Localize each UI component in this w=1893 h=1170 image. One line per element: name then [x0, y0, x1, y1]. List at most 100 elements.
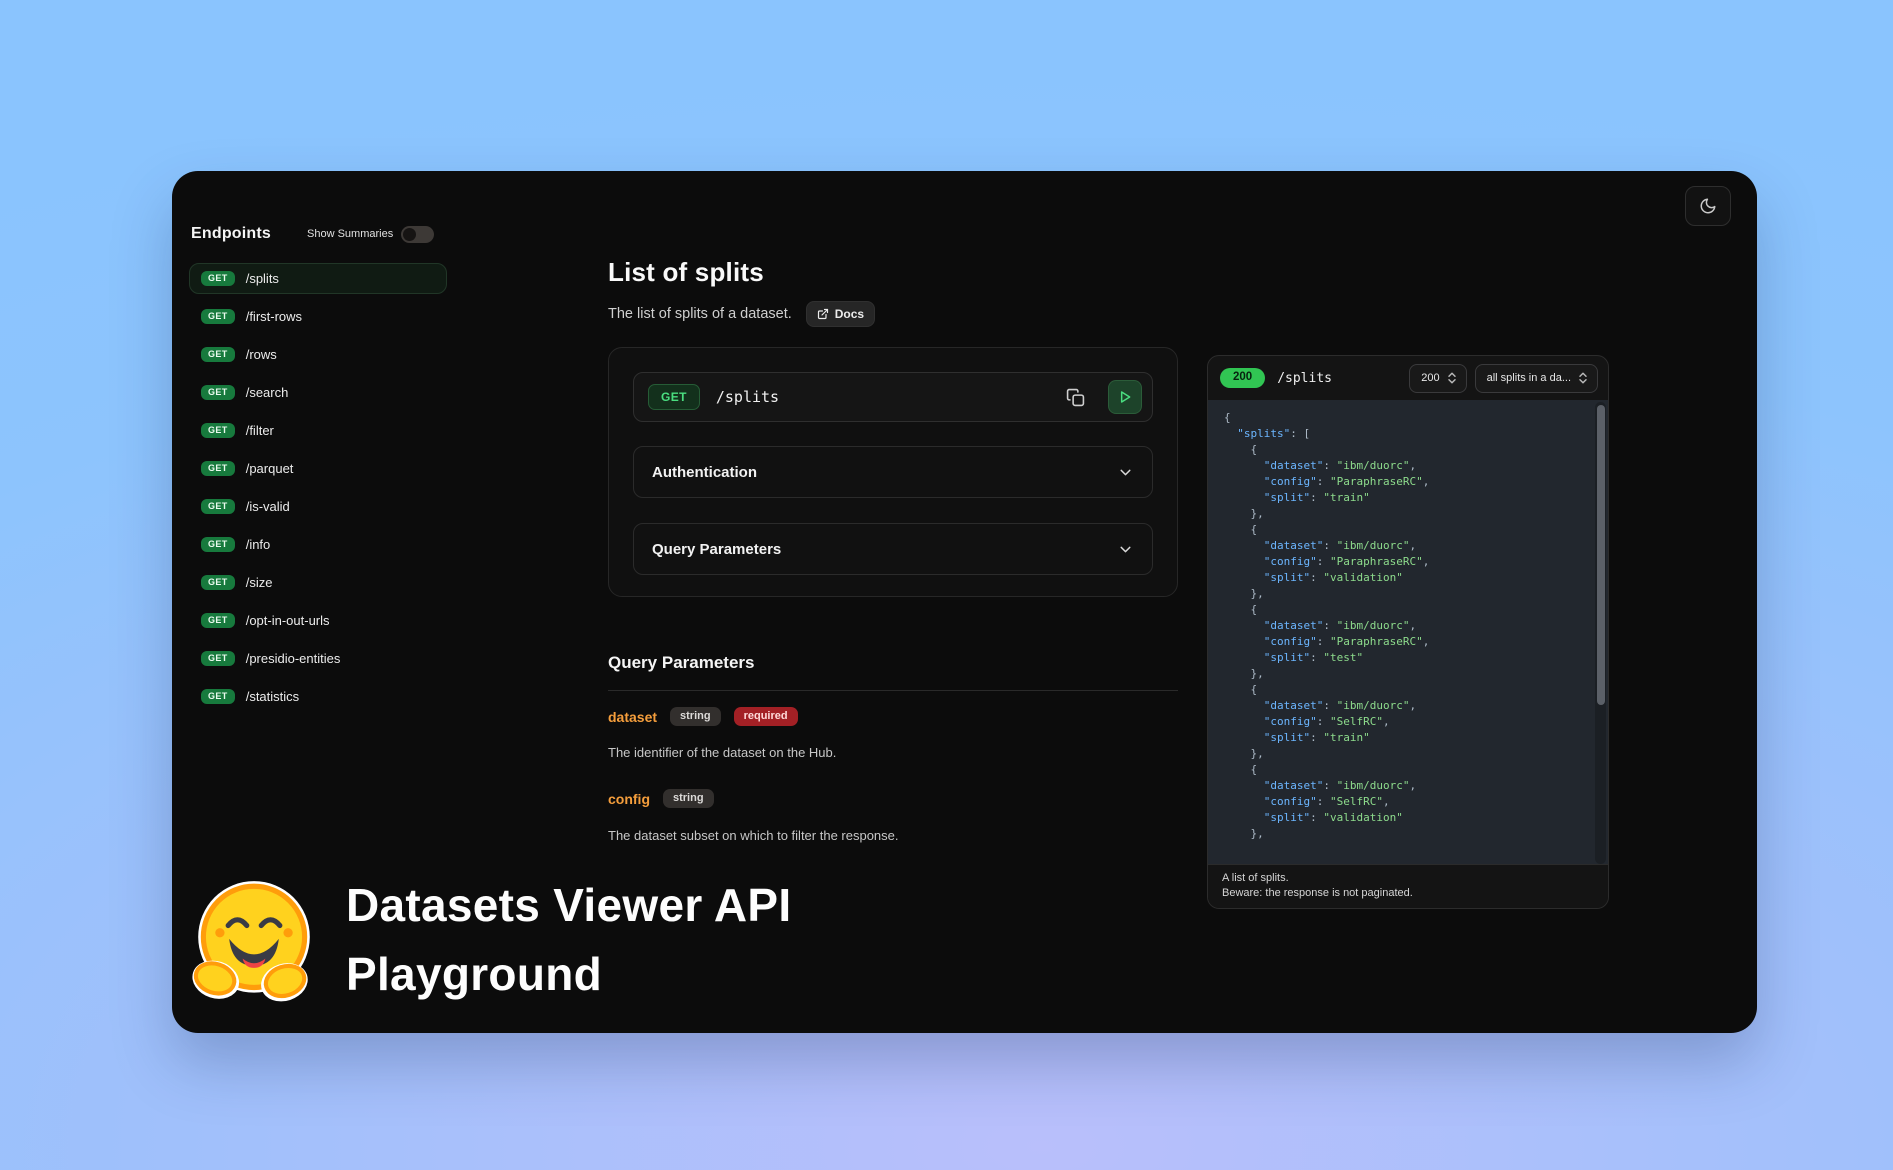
app-window: Endpoints Show Summaries GET/splitsGET/f…: [172, 171, 1757, 1033]
moon-icon: [1699, 197, 1717, 215]
show-summaries-label: Show Summaries: [307, 228, 393, 240]
scrollbar-track: [1595, 402, 1606, 864]
param-required-badge: required: [734, 707, 798, 726]
endpoint-path: /search: [246, 385, 289, 400]
code-line: "config": "ParaphraseRC",: [1224, 554, 1608, 570]
run-request-button[interactable]: [1108, 380, 1142, 414]
response-header: 200 /splits 200 all splits in a da...: [1208, 356, 1608, 400]
sidebar-item-rows[interactable]: GET/rows: [189, 339, 447, 370]
updown-chevrons-icon: [1578, 372, 1588, 384]
sidebar-item-first-rows[interactable]: GET/first-rows: [189, 301, 447, 332]
method-badge: GET: [201, 461, 235, 476]
code-line: "dataset": "ibm/duorc",: [1224, 538, 1608, 554]
method-badge: GET: [201, 575, 235, 590]
sidebar-item-search[interactable]: GET/search: [189, 377, 447, 408]
code-line: "split": "validation": [1224, 810, 1608, 826]
code-line: {: [1224, 410, 1608, 426]
response-json-viewer[interactable]: { "splits": [ { "dataset": "ibm/duorc", …: [1208, 400, 1608, 866]
sidebar-item-statistics[interactable]: GET/statistics: [189, 681, 447, 712]
endpoint-path: /statistics: [246, 689, 299, 704]
chevron-down-icon: [1117, 464, 1134, 481]
code-line: "split": "validation": [1224, 570, 1608, 586]
response-panel: 200 /splits 200 all splits in a da...: [1207, 355, 1609, 909]
endpoint-path: /opt-in-out-urls: [246, 613, 330, 628]
status-badge: 200: [1220, 368, 1265, 388]
status-code-select[interactable]: 200: [1409, 364, 1466, 393]
code-line: "dataset": "ibm/duorc",: [1224, 778, 1608, 794]
code-line: },: [1224, 746, 1608, 762]
method-badge: GET: [201, 689, 235, 704]
divider: [608, 690, 1178, 691]
code-line: {: [1224, 682, 1608, 698]
code-line: "dataset": "ibm/duorc",: [1224, 618, 1608, 634]
param-name: config: [608, 791, 650, 807]
app-title: Datasets Viewer API Playground: [346, 871, 792, 1009]
sidebar-item-parquet[interactable]: GET/parquet: [189, 453, 447, 484]
code-line: },: [1224, 666, 1608, 682]
sidebar-title: Endpoints: [191, 225, 271, 243]
copy-icon: [1066, 388, 1085, 407]
endpoint-path: /size: [246, 575, 273, 590]
code-line: {: [1224, 442, 1608, 458]
code-line: },: [1224, 586, 1608, 602]
param-config: config string: [608, 789, 714, 808]
method-badge: GET: [201, 309, 235, 324]
endpoint-path: /presidio-entities: [246, 651, 341, 666]
sidebar-item-filter[interactable]: GET/filter: [189, 415, 447, 446]
request-method-badge: GET: [648, 384, 700, 410]
sidebar-item-info[interactable]: GET/info: [189, 529, 447, 560]
sidebar-item-splits[interactable]: GET/splits: [189, 263, 447, 294]
authentication-section-toggle[interactable]: Authentication: [633, 446, 1153, 498]
method-badge: GET: [201, 537, 235, 552]
page-description: The list of splits of a dataset.: [608, 306, 792, 322]
code-line: "config": "ParaphraseRC",: [1224, 634, 1608, 650]
example-select-value: all splits in a da...: [1487, 372, 1571, 384]
response-footer-line: Beware: the response is not paginated.: [1222, 886, 1594, 901]
method-badge: GET: [201, 271, 235, 286]
param-type-badge: string: [663, 789, 714, 808]
huggingface-logo: [192, 879, 316, 1003]
code-line: "config": "SelfRC",: [1224, 714, 1608, 730]
updown-chevrons-icon: [1447, 372, 1457, 384]
copy-button[interactable]: [1058, 380, 1092, 414]
external-link-icon: [817, 308, 829, 320]
play-icon: [1117, 389, 1133, 405]
app-title-line1: Datasets Viewer API: [346, 871, 792, 940]
code-line: {: [1224, 522, 1608, 538]
request-panel: GET /splits: [608, 347, 1178, 597]
sidebar-item-opt-in-out-urls[interactable]: GET/opt-in-out-urls: [189, 605, 447, 636]
chevron-down-icon: [1117, 541, 1134, 558]
sidebar-item-presidio-entities[interactable]: GET/presidio-entities: [189, 643, 447, 674]
param-description: The dataset subset on which to filter th…: [608, 828, 899, 843]
scrollbar-thumb[interactable]: [1597, 405, 1605, 705]
page-title: List of splits: [608, 257, 764, 288]
branding: Datasets Viewer API Playground: [192, 871, 792, 1009]
code-line: },: [1224, 826, 1608, 842]
example-select[interactable]: all splits in a da...: [1475, 364, 1598, 393]
response-path: /splits: [1277, 371, 1332, 386]
docs-button[interactable]: Docs: [806, 301, 875, 327]
show-summaries-toggle[interactable]: [401, 226, 434, 243]
query-parameters-label: Query Parameters: [652, 541, 781, 558]
code-line: "config": "SelfRC",: [1224, 794, 1608, 810]
code-line: "split": "test": [1224, 650, 1608, 666]
endpoint-path: /parquet: [246, 461, 294, 476]
code-line: "splits": [: [1224, 426, 1608, 442]
endpoint-path: /first-rows: [246, 309, 302, 324]
sidebar-item-is-valid[interactable]: GET/is-valid: [189, 491, 447, 522]
app-title-line2: Playground: [346, 940, 792, 1009]
endpoint-path: /is-valid: [246, 499, 290, 514]
dark-mode-toggle-button[interactable]: [1685, 186, 1731, 226]
code-line: "split": "train": [1224, 730, 1608, 746]
endpoint-path: /rows: [246, 347, 277, 362]
method-badge: GET: [201, 651, 235, 666]
param-description: The identifier of the dataset on the Hub…: [608, 745, 836, 760]
param-dataset: datasetstringrequired: [608, 707, 798, 726]
response-footer-line: A list of splits.: [1222, 871, 1594, 886]
query-parameters-section-toggle[interactable]: Query Parameters: [633, 523, 1153, 575]
authentication-label: Authentication: [652, 464, 757, 481]
docs-button-label: Docs: [835, 307, 864, 321]
method-badge: GET: [201, 423, 235, 438]
request-bar: GET /splits: [633, 372, 1153, 422]
sidebar-item-size[interactable]: GET/size: [189, 567, 447, 598]
